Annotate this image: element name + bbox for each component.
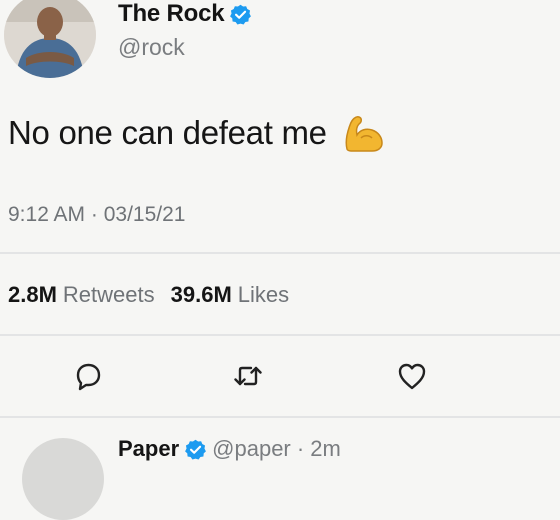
author-handle[interactable]: @rock: [118, 34, 185, 61]
tweet-text: No one can defeat me: [8, 114, 327, 151]
likes-count[interactable]: 39.6M: [171, 282, 232, 308]
divider: [0, 252, 560, 254]
like-icon: [398, 363, 426, 390]
avatar[interactable]: [4, 0, 96, 78]
reply-icon: [76, 363, 101, 391]
author-name-row: The Rock: [118, 0, 252, 28]
next-tweet-avatar[interactable]: [22, 438, 104, 520]
retweets-label[interactable]: Retweets: [63, 282, 155, 308]
tweet-text-row: No one can defeat me: [8, 113, 385, 153]
next-tweet-handle-time[interactable]: @paper · 2m: [212, 436, 341, 462]
reply-button[interactable]: [70, 358, 106, 394]
divider: [0, 416, 560, 418]
retweet-button[interactable]: [230, 358, 266, 394]
like-button[interactable]: [394, 358, 430, 394]
retweet-icon: [234, 366, 262, 386]
tweet-timestamp[interactable]: 9:12 AM · 03/15/21: [8, 203, 185, 227]
tweet-card: The Rock @rock No one can defeat me 9:12…: [0, 0, 560, 520]
next-tweet-header: Paper @paper · 2m: [118, 436, 341, 462]
verified-badge-icon: [185, 439, 207, 460]
flexed-biceps-icon: [341, 113, 385, 153]
verified-badge-icon: [230, 4, 252, 25]
likes-label[interactable]: Likes: [238, 282, 289, 308]
divider: [0, 334, 560, 336]
avatar-image: [4, 0, 96, 78]
retweets-count[interactable]: 2.8M: [8, 282, 57, 308]
display-name[interactable]: The Rock: [118, 0, 225, 28]
next-tweet-display-name[interactable]: Paper: [118, 436, 179, 462]
tweet-stats: 2.8M Retweets 39.6M Likes: [8, 282, 299, 308]
